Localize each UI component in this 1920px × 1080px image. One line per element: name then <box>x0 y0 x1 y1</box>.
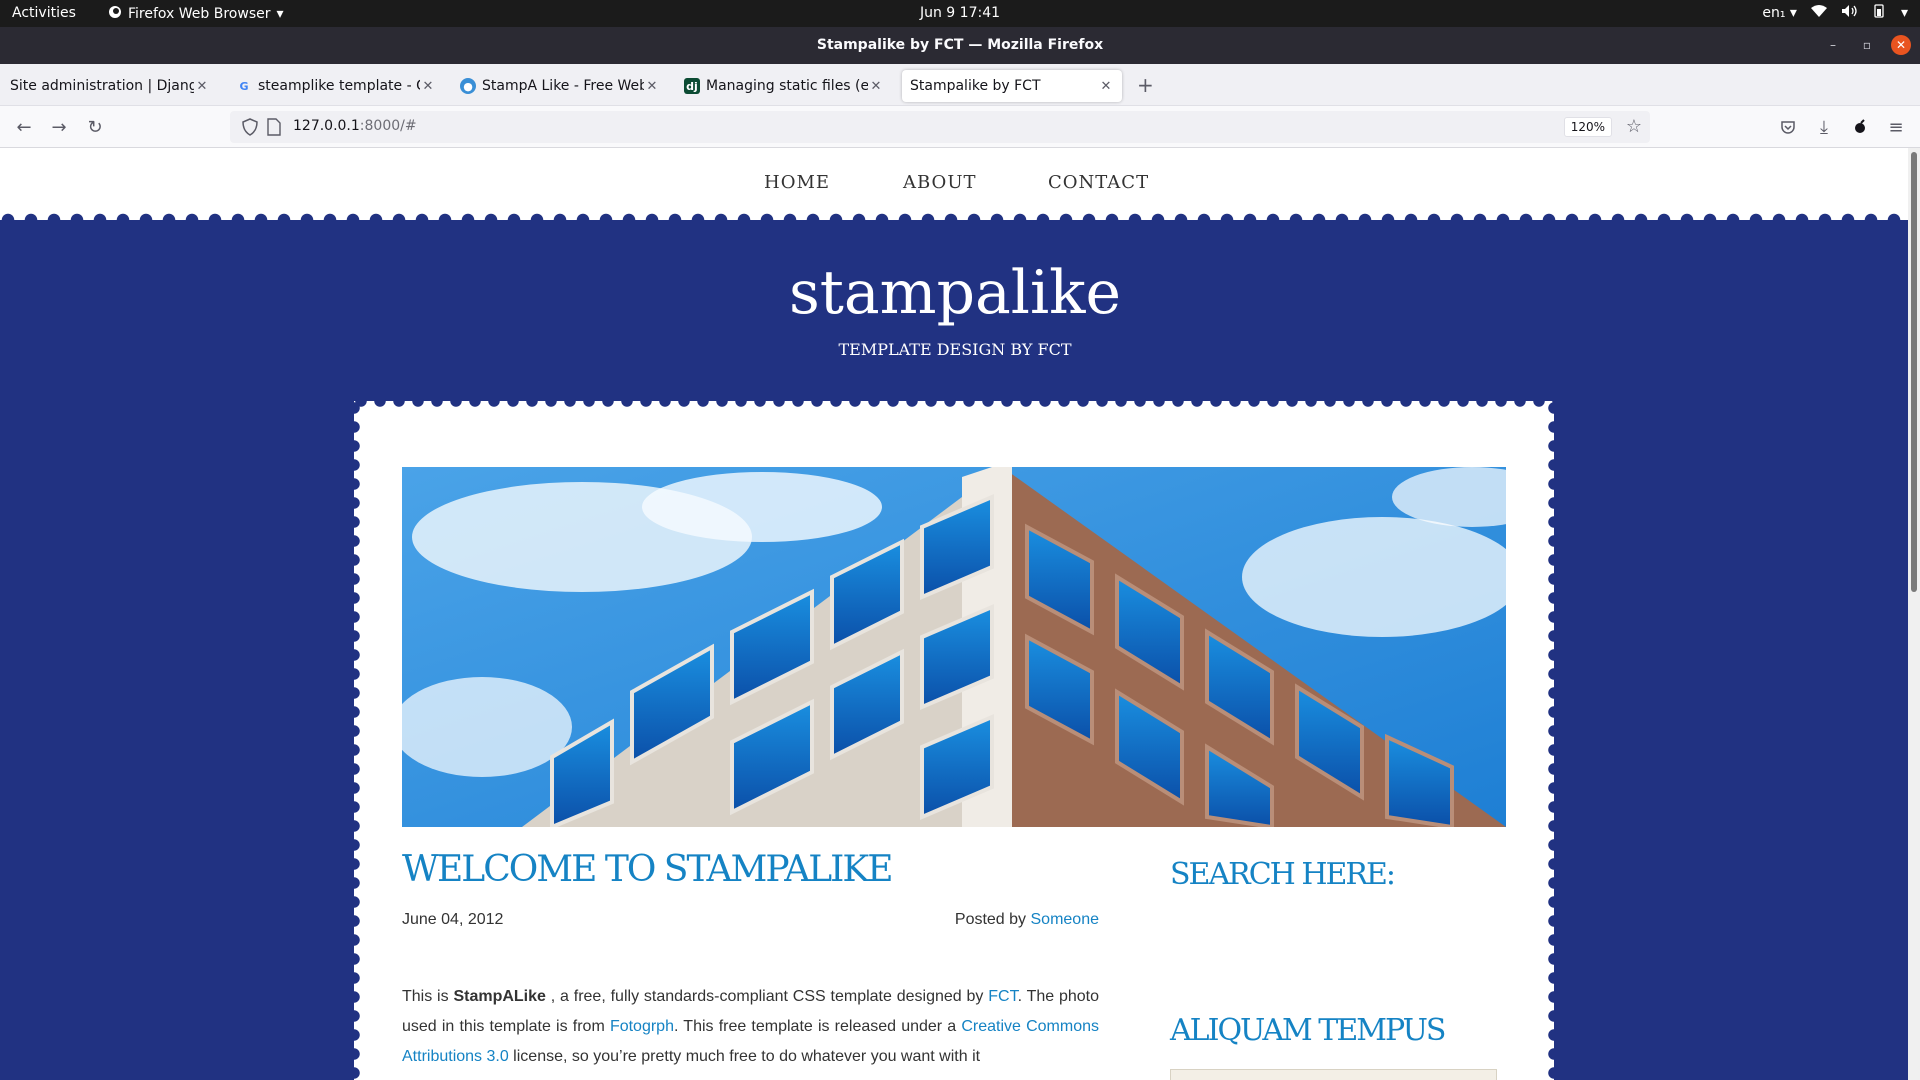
app-menu[interactable]: Firefox Web Browser ▾ <box>108 5 284 23</box>
url-text[interactable]: 127.0.0.1:8000/# <box>293 118 417 134</box>
tab-label: steamplike template - Go <box>258 78 420 94</box>
content-stamp: WELCOME TO STAMPALIKE June 04, 2012 Post… <box>348 395 1560 1080</box>
page-info-icon[interactable] <box>267 118 281 136</box>
system-menu-chevron-icon: ▾ <box>1900 5 1908 21</box>
stamp-perforation-right <box>1548 401 1560 1080</box>
scrollbar-thumb[interactable] <box>1911 152 1917 592</box>
post-title[interactable]: WELCOME TO STAMPALIKE <box>402 849 894 890</box>
volume-icon <box>1841 4 1857 22</box>
back-button[interactable]: ← <box>12 115 36 139</box>
hamburger-menu-icon[interactable]: ≡ <box>1884 115 1908 139</box>
window-title: Stampalike by FCT — Mozilla Firefox <box>816 37 1104 53</box>
stampa-icon: ● <box>460 78 476 94</box>
clock[interactable]: Jun 9 17:41 <box>920 5 1000 21</box>
nav-contact[interactable]: CONTACT <box>1048 172 1149 193</box>
minimize-button[interactable]: – <box>1823 35 1843 55</box>
nav-about[interactable]: ABOUT <box>903 172 977 193</box>
close-tab-icon[interactable]: ✕ <box>420 79 436 94</box>
language-label: en₁ <box>1762 5 1786 21</box>
body-text: , a free, fully standards-compliant CSS … <box>545 988 989 1005</box>
fct-link[interactable]: FCT <box>988 988 1017 1005</box>
pocket-icon[interactable] <box>1776 115 1800 139</box>
bookmark-star-icon[interactable]: ☆ <box>1626 116 1642 137</box>
site-logo[interactable]: stampalike <box>0 258 1910 328</box>
tab-strip: Site administration | Django ✕ G steampl… <box>0 64 1920 106</box>
body-text: . This free template is released under a <box>673 1018 962 1035</box>
navigation-toolbar: ← → ↻ 127.0.0.1:8000/# 120% ☆ ⤓ ≡ <box>0 106 1920 148</box>
close-window-button[interactable]: ✕ <box>1891 35 1911 55</box>
extension-icon[interactable] <box>1848 115 1872 139</box>
zoom-indicator[interactable]: 120% <box>1563 117 1612 137</box>
close-tab-icon[interactable]: ✕ <box>1098 79 1114 94</box>
tab-django-admin[interactable]: Site administration | Django ✕ <box>2 70 218 102</box>
tab-django-docs[interactable]: dj Managing static files (e.g ✕ <box>676 70 892 102</box>
site-tagline: TEMPLATE DESIGN BY FCT <box>838 340 1072 359</box>
tab-stampalike-active[interactable]: Stampalike by FCT ✕ <box>902 70 1122 102</box>
tab-google-search[interactable]: G steamplike template - Go ✕ <box>228 70 444 102</box>
nav-home[interactable]: HOME <box>764 172 830 193</box>
window-titlebar: Stampalike by FCT — Mozilla Firefox – ▫ … <box>0 27 1920 64</box>
google-icon: G <box>239 79 249 93</box>
tab-label: StampA Like - Free Websi <box>482 78 644 94</box>
activities-button[interactable]: Activities <box>12 5 76 21</box>
post-author-link[interactable]: Someone <box>1031 911 1100 928</box>
search-input[interactable] <box>1170 1069 1497 1080</box>
page-viewport: HOME ABOUT CONTACT stampalike TEMPLATE D… <box>0 148 1920 1080</box>
battery-icon <box>1871 4 1887 22</box>
site-navigation: HOME ABOUT CONTACT <box>0 148 1920 228</box>
system-top-bar: Activities Firefox Web Browser ▾ Jun 9 1… <box>0 0 1920 27</box>
django-docs-icon: dj <box>684 78 700 94</box>
downloads-icon[interactable]: ⤓ <box>1812 115 1836 139</box>
reload-button[interactable]: ↻ <box>83 115 107 139</box>
forward-button[interactable]: → <box>47 115 71 139</box>
system-tray[interactable]: en₁ ▾ ▾ <box>1762 4 1908 22</box>
app-menu-label: Firefox Web Browser <box>128 6 271 22</box>
language-indicator[interactable]: en₁ ▾ <box>1762 5 1797 21</box>
firefox-icon <box>108 5 122 23</box>
tab-stampa-like[interactable]: ● StampA Like - Free Websi ✕ <box>452 70 668 102</box>
url-host: 127.0.0.1 <box>293 118 360 134</box>
chevron-down-icon: ▾ <box>276 6 284 22</box>
tab-label: Stampalike by FCT <box>910 78 1041 94</box>
page-scrollbar[interactable] <box>1908 148 1920 1080</box>
close-tab-icon[interactable]: ✕ <box>194 79 210 94</box>
tab-label: Site administration | Django <box>10 78 194 94</box>
scalloped-edge <box>0 212 1920 228</box>
url-path: :8000/# <box>359 118 417 134</box>
post-author-line: Posted by Someone <box>955 911 1099 929</box>
address-bar[interactable]: 127.0.0.1:8000/# 120% ☆ <box>230 111 1650 143</box>
body-text: license, so you’re pretty much free to d… <box>508 1048 981 1065</box>
new-tab-button[interactable]: + <box>1137 73 1154 97</box>
post-body: This is StampALike , a free, fully stand… <box>402 982 1099 1072</box>
body-bold-stampalike: StampALike <box>453 988 546 1005</box>
wifi-icon <box>1810 4 1827 22</box>
stamp-perforation-left <box>348 401 360 1080</box>
post-date: June 04, 2012 <box>402 911 504 928</box>
search-heading: SEARCH HERE: <box>1170 857 1396 892</box>
close-tab-icon[interactable]: ✕ <box>868 79 884 94</box>
stamp-perforation-top <box>354 395 1554 407</box>
posted-by-label: Posted by <box>954 911 1031 928</box>
hero-building-image <box>402 467 1506 827</box>
maximize-button[interactable]: ▫ <box>1857 35 1877 55</box>
fotogrph-link[interactable]: Fotogrph <box>610 1018 674 1035</box>
body-text: This is <box>402 988 454 1005</box>
aliquam-tempus-heading: ALIQUAM TEMPUS <box>1170 1013 1446 1048</box>
tracking-shield-icon[interactable] <box>240 117 260 137</box>
close-tab-icon[interactable]: ✕ <box>644 79 660 94</box>
tab-label: Managing static files (e.g <box>706 78 868 94</box>
